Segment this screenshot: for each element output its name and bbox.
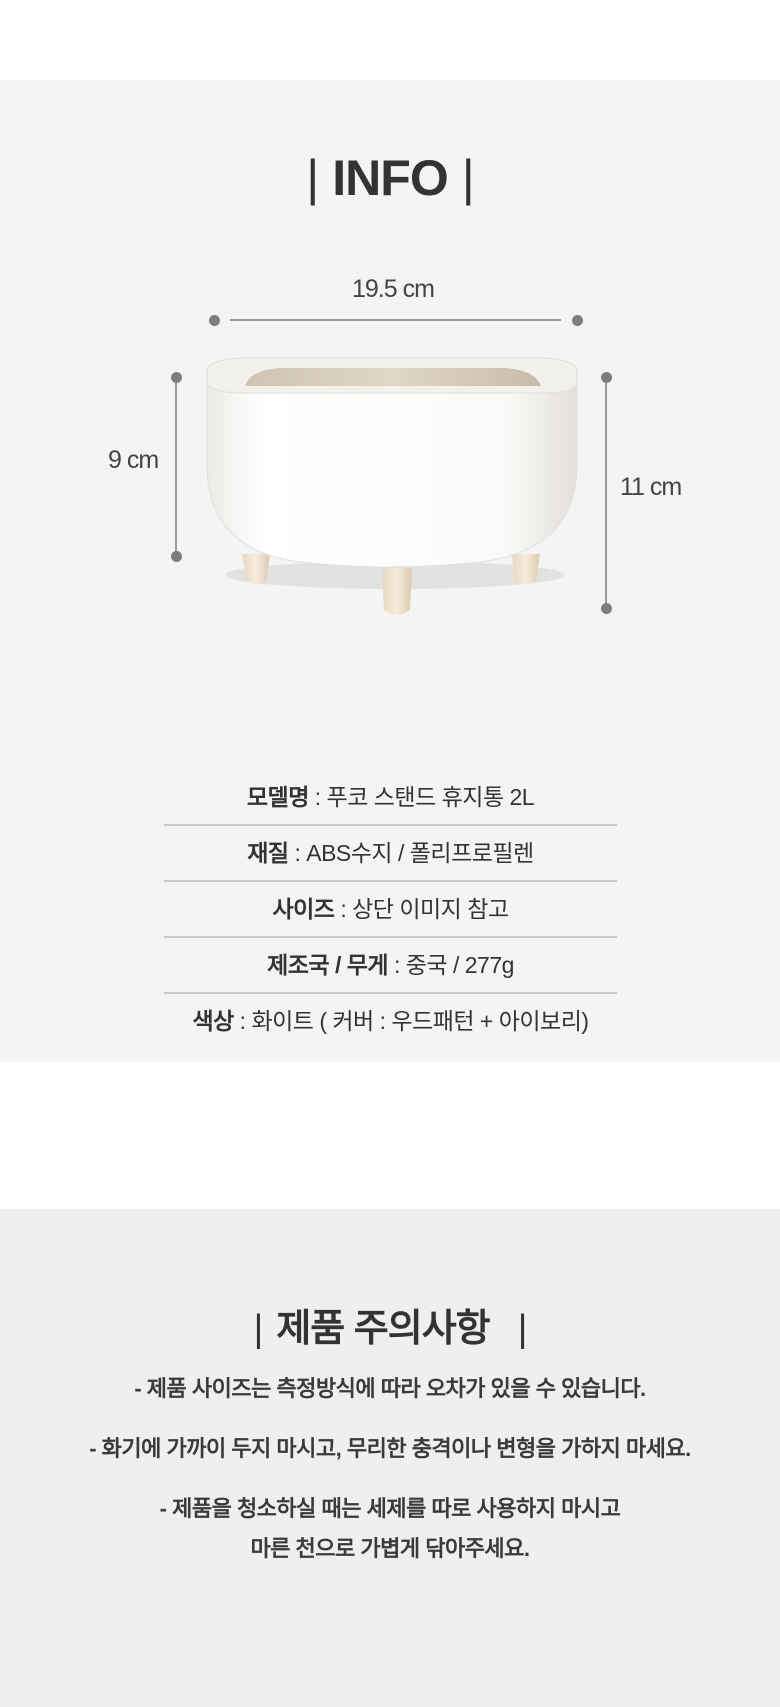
heading-bar-left: | xyxy=(253,1308,263,1350)
spec-value: : ABS수지 / 폴리프로필렌 xyxy=(288,840,534,866)
caution-section: | 제품 주의사항 | - 제품 사이즈는 측정방식에 따라 오차가 있을 수 있습… xyxy=(0,1209,780,1707)
caution-list: - 제품 사이즈는 측정방식에 따라 오차가 있을 수 있습니다. - 화기에 … xyxy=(0,1369,780,1589)
spec-table: 모델명 : 푸코 스탠드 휴지통 2L 재질 : ABS수지 / 폴리프로필렌 … xyxy=(164,770,617,1048)
spec-row-color: 색상 : 화이트 ( 커버 : 우드패턴 + 아이보리) xyxy=(164,994,617,1048)
spec-row-material: 재질 : ABS수지 / 폴리프로필렌 xyxy=(164,826,617,880)
spec-value: : 상단 이미지 참고 xyxy=(334,896,509,922)
spec-row-model: 모델명 : 푸코 스탠드 휴지통 2L xyxy=(164,770,617,824)
spec-value: : 중국 / 277g xyxy=(388,952,514,978)
spec-key: 사이즈 xyxy=(272,896,335,922)
spec-key: 제조국 / 무게 xyxy=(267,952,389,978)
info-section: | INFO | 19.5 cm 9 cm 11 cm 모델명: 푸코 스탠드… xyxy=(0,80,780,1062)
caution-heading: | 제품 주의사항 | xyxy=(0,1297,780,1352)
spec-key: 색상 xyxy=(192,1008,234,1034)
product-leg-right xyxy=(512,554,540,584)
caution-item: - 제품 사이즈는 측정방식에 따라 오차가 있을 수 있습니다. xyxy=(134,1376,646,1401)
caution-item: - 화기에 가까이 두지 마시고, 무리한 충격이나 변형을 가하지 마세요. xyxy=(89,1436,691,1461)
product-body xyxy=(206,367,578,568)
spec-value: : 화이트 ( 커버 : 우드패턴 + 아이보리) xyxy=(233,1008,589,1034)
spec-key: 재질 xyxy=(247,840,289,866)
caution-heading-text: 제품 주의사항 xyxy=(276,1308,490,1350)
product-wood-cover xyxy=(245,368,541,386)
caution-item: 마른 천으로 가볍게 닦아주세요. xyxy=(250,1536,530,1561)
caution-item: - 제품을 청소하실 때는 세제를 따로 사용하지 마시고 xyxy=(159,1496,621,1521)
spec-row-origin-weight: 제조국 / 무게 : 중국 / 277g xyxy=(164,938,617,992)
spec-key: 모델명 xyxy=(246,784,309,810)
product-leg-center xyxy=(382,568,412,615)
heading-bar-right: | xyxy=(517,1308,528,1350)
spec-row-size: 사이즈 : 상단 이미지 참고 xyxy=(164,882,617,936)
spec-value: : 푸코 스탠드 휴지통 2L xyxy=(308,784,535,810)
product-leg-left xyxy=(242,554,270,585)
